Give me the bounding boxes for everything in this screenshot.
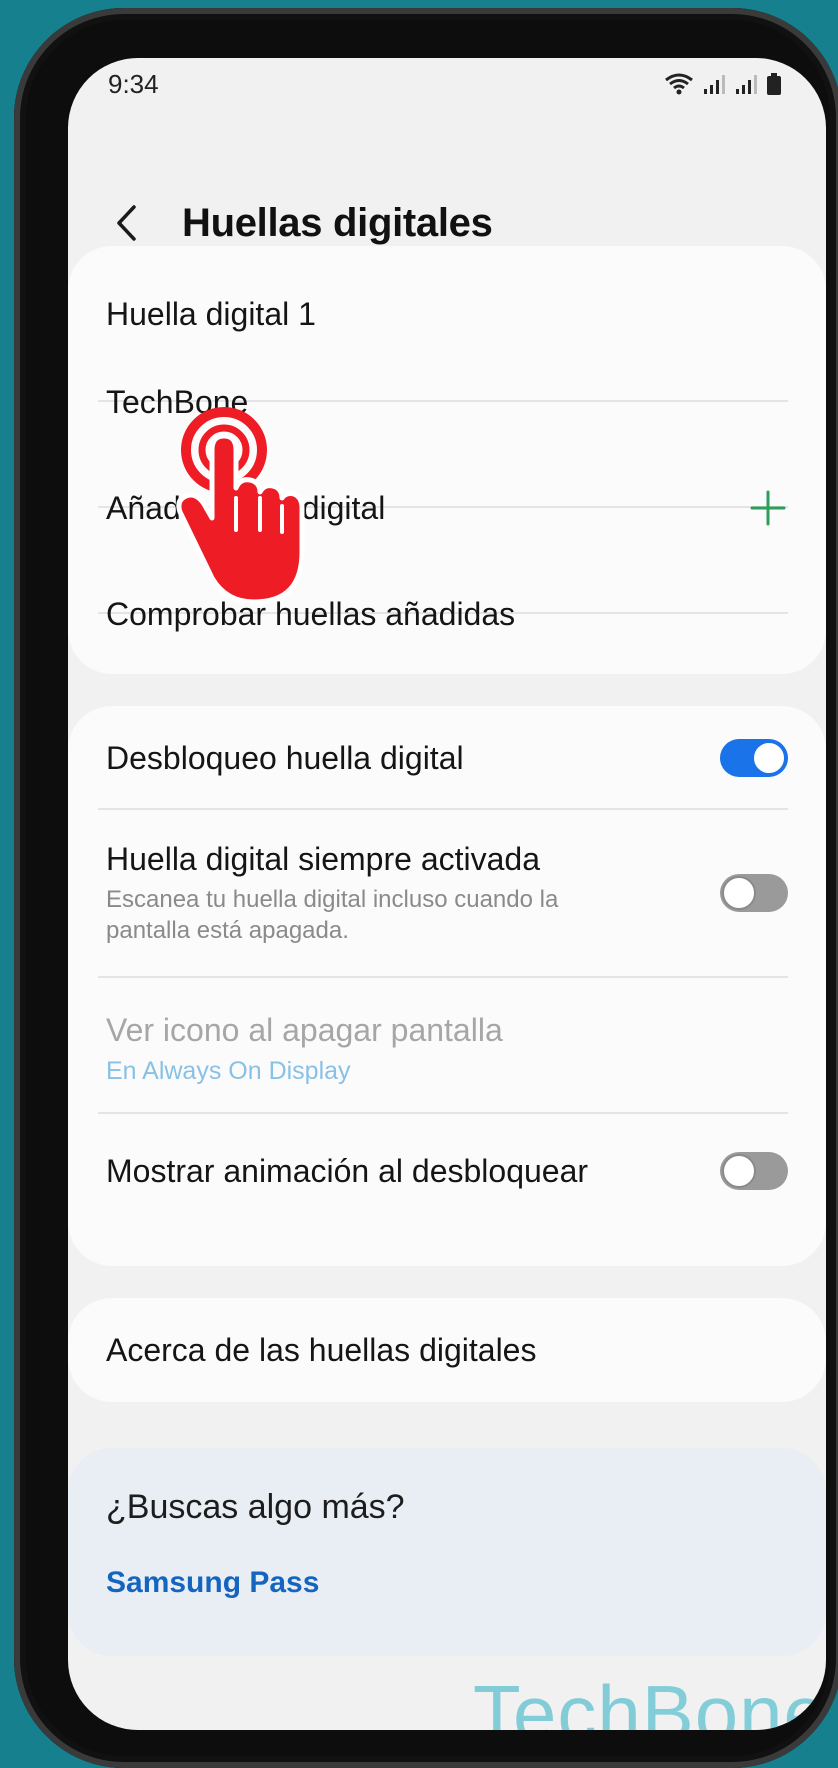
fingerprint-unlock-row[interactable]: Desbloqueo huella digital [106, 728, 788, 788]
battery-icon [767, 73, 781, 95]
signal-icon [736, 75, 757, 94]
divider [98, 1112, 788, 1114]
status-bar: 9:34 [108, 62, 782, 106]
divider [98, 976, 788, 978]
show-icon-label: Ver icono al apagar pantalla [106, 1012, 503, 1048]
divider [98, 808, 788, 810]
always-on-text: Huella digital siempre activada Escanea … [106, 841, 626, 946]
suggestions-card: ¿Buscas algo más? Samsung Pass [68, 1448, 826, 1656]
show-icon-row: Ver icono al apagar pantalla En Always O… [106, 996, 788, 1102]
plus-icon [750, 490, 786, 526]
show-icon-sublabel: En Always On Display [106, 1057, 351, 1085]
screen: 9:34 Huellas digitales Huella digital 1 … [68, 58, 826, 1730]
about-fingerprints-label: Acerca de las huellas digitales [106, 1331, 537, 1368]
tap-hand-icon [176, 407, 305, 605]
fingerprint-item-label: Huella digital 1 [106, 295, 316, 332]
fingerprint-unlock-label: Desbloqueo huella digital [106, 739, 464, 776]
unlock-animation-toggle[interactable] [720, 1152, 788, 1190]
suggestions-title: ¿Buscas algo más? [106, 1488, 405, 1526]
fingerprint-unlock-toggle[interactable] [720, 739, 788, 777]
wifi-icon [665, 73, 693, 95]
status-time: 9:34 [108, 68, 159, 99]
always-on-row[interactable]: Huella digital siempre activada Escanea … [106, 828, 788, 958]
watermark-text: TechBone [473, 1669, 826, 1730]
status-icons [664, 72, 782, 96]
unlock-animation-label: Mostrar animación al desbloquear [106, 1152, 589, 1189]
page-title: Huellas digitales [182, 200, 493, 245]
always-on-toggle[interactable] [720, 874, 788, 912]
samsung-pass-link[interactable]: Samsung Pass [106, 1566, 319, 1600]
fingerprint-item-1[interactable]: Huella digital 1 [106, 284, 788, 344]
show-icon-text: Ver icono al apagar pantalla En Always O… [106, 1012, 503, 1086]
signal-icon [704, 75, 725, 94]
about-fingerprints-button[interactable]: Acerca de las huellas digitales [106, 1320, 788, 1380]
always-on-label: Huella digital siempre activada [106, 840, 540, 877]
chevron-left-icon[interactable] [106, 198, 146, 248]
unlock-animation-row[interactable]: Mostrar animación al desbloquear [106, 1136, 788, 1206]
about-card: Acerca de las huellas digitales [68, 1298, 826, 1402]
always-on-description: Escanea tu huella digital incluso cuando… [106, 885, 559, 944]
options-card: Desbloqueo huella digital Huella digital… [68, 706, 826, 1266]
phone-frame: 9:34 Huellas digitales Huella digital 1 … [14, 8, 838, 1768]
